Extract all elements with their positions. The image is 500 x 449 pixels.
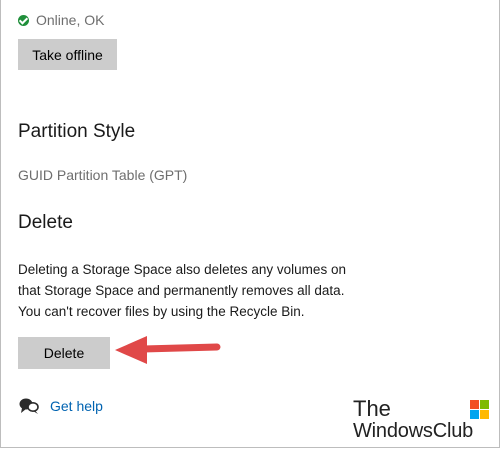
get-help-row[interactable]: Get help	[18, 397, 103, 415]
status-row: Online, OK	[18, 12, 104, 28]
get-help-link[interactable]: Get help	[50, 398, 103, 414]
watermark-line2: WindowsClub	[353, 420, 474, 442]
partition-style-heading: Partition Style	[18, 121, 136, 142]
delete-button[interactable]: Delete	[18, 337, 110, 369]
status-text: Online, OK	[36, 12, 105, 28]
check-circle-icon	[18, 14, 29, 26]
watermark: The WindowsClub	[353, 396, 493, 446]
help-chat-icon	[19, 398, 39, 414]
settings-panel: Online, OK Take offline Partition Style …	[0, 0, 500, 448]
watermark-line1: The	[353, 396, 391, 421]
partition-style-value: GUID Partition Table (GPT)	[18, 167, 188, 183]
take-offline-button[interactable]: Take offline	[18, 39, 117, 70]
red-arrow-icon	[115, 336, 221, 364]
delete-description: Deleting a Storage Space also deletes an…	[18, 262, 346, 319]
delete-heading: Delete	[18, 212, 73, 233]
windows-logo-icon	[470, 400, 490, 420]
